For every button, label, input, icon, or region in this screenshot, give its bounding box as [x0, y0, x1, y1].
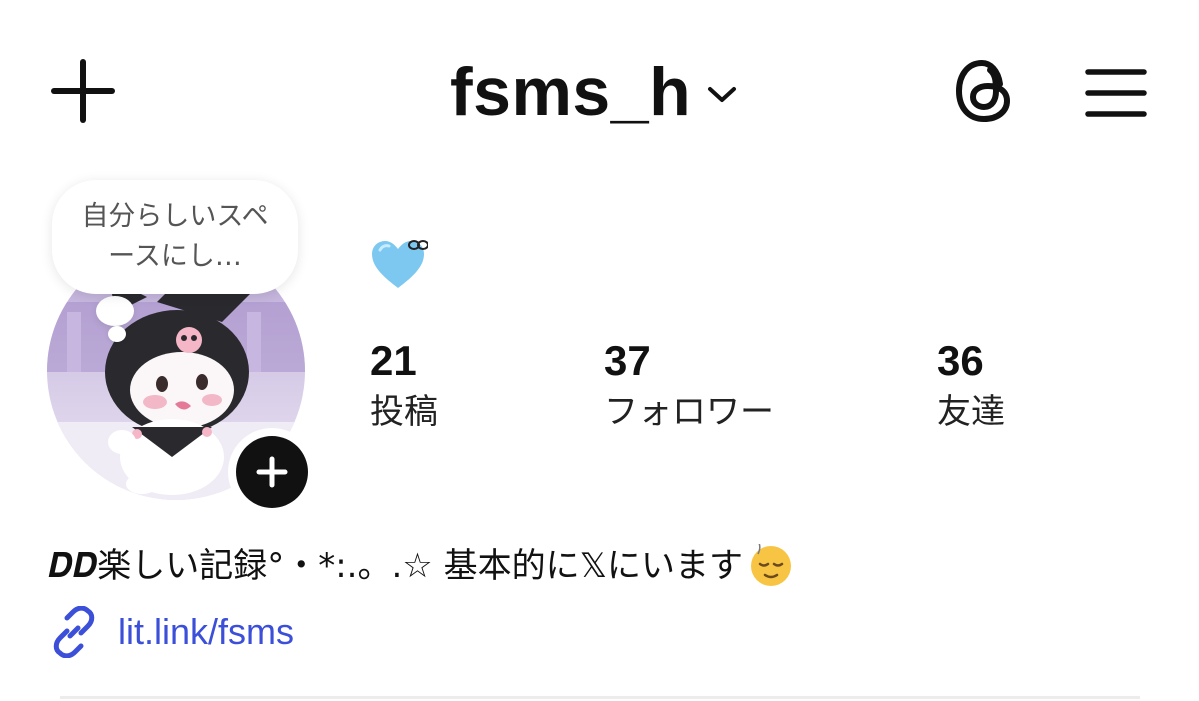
stat-label: フォロワー [604, 392, 774, 432]
plus-icon [51, 59, 115, 123]
threads-button[interactable] [950, 56, 1020, 126]
stat-posts[interactable]: 21 投稿 [370, 336, 438, 436]
stat-label: 投稿 [370, 392, 438, 432]
stat-value: 37 [604, 337, 651, 384]
stat-label: 友達 [937, 392, 1005, 432]
bio: 𝑫𝑫楽しい記録°・*:.。.☆ 基本的に𝕏にいます [48, 540, 793, 592]
plus-icon [256, 456, 288, 488]
add-story-badge [236, 436, 308, 508]
create-button[interactable] [50, 58, 116, 124]
light-blue-heart-emoji [372, 240, 428, 288]
note-bubble[interactable]: 自分らしいスペースにし… [52, 180, 298, 294]
bio-text: 𝑫𝑫楽しい記録°・*:.。.☆ 基本的に𝕏にいます [48, 546, 743, 586]
divider [60, 696, 1140, 699]
stat-followers[interactable]: 37 フォロワー [604, 336, 774, 436]
link-text: lit.link/fsms [118, 611, 295, 652]
profile-page: fsms_h 自分らしいスペースにし… 21 投稿 37 フォロワー 36 友達… [0, 0, 1199, 701]
username: fsms_h [450, 54, 692, 130]
note-text: 自分らしいスペースにし… [81, 201, 269, 272]
relieved-face-emoji [750, 544, 791, 586]
add-story-button[interactable] [228, 428, 316, 516]
note-bubble-tail-small [108, 326, 126, 342]
note-bubble-tail [96, 296, 134, 326]
menu-button[interactable] [1084, 66, 1148, 120]
threads-icon [956, 60, 1010, 122]
stat-value: 21 [370, 337, 417, 384]
link-icon [53, 606, 95, 658]
stat-friends[interactable]: 36 友達 [937, 336, 1005, 436]
hamburger-menu-icon [1085, 69, 1147, 117]
bio-link[interactable]: lit.link/fsms [48, 606, 294, 658]
chevron-down-icon [708, 87, 737, 102]
account-switcher[interactable]: fsms_h [450, 52, 737, 132]
stat-value: 36 [937, 337, 984, 384]
